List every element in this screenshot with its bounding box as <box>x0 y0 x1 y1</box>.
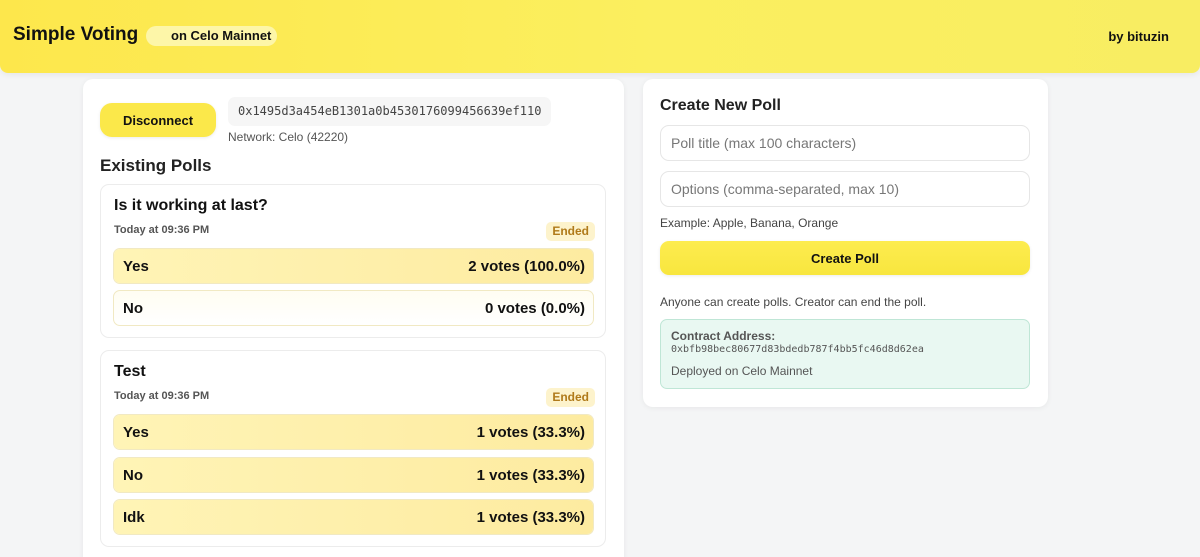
create-poll-heading: Create New Poll <box>660 97 781 114</box>
options-example-text: Example: Apple, Banana, Orange <box>660 216 839 230</box>
option-label: Yes <box>123 424 149 441</box>
poll-title-input[interactable] <box>660 125 1030 161</box>
option-votes: 2 votes (100.0%) <box>468 258 585 275</box>
disconnect-button[interactable]: Disconnect <box>100 103 216 137</box>
poll-date: Today at 09:36 PM <box>114 390 210 402</box>
create-poll-info: Anyone can create polls. Creator can end… <box>660 295 927 309</box>
option-label: No <box>123 300 143 317</box>
poll-options-input[interactable] <box>660 171 1030 207</box>
wallet-address: 0x1495d3a454eB1301a0b4530176099456639ef1… <box>228 97 552 126</box>
contract-info-box: Contract Address: 0xbfb98bec80677d83bded… <box>660 319 1030 389</box>
poll-option-yes[interactable]: Yes 1 votes (33.3%) <box>113 414 594 450</box>
option-votes: 1 votes (33.3%) <box>476 467 585 484</box>
poll-option-yes[interactable]: Yes 2 votes (100.0%) <box>113 248 594 284</box>
contract-address-label: Contract Address: <box>671 329 776 343</box>
deployment-info: Deployed on Celo Mainnet <box>671 364 813 378</box>
create-poll-panel: Create New Poll Example: Apple, Banana, … <box>643 79 1048 407</box>
option-label: Yes <box>123 258 149 275</box>
option-votes: 1 votes (33.3%) <box>476 509 585 526</box>
poll-option-no[interactable]: No 1 votes (33.3%) <box>113 457 594 493</box>
option-label: Idk <box>123 509 145 526</box>
poll-option-no[interactable]: No 0 votes (0.0%) <box>113 290 594 326</box>
network-info: Network: Celo (42220) <box>228 130 349 144</box>
poll-title: Is it working at last? <box>114 197 268 214</box>
create-poll-button[interactable]: Create Poll <box>660 241 1030 275</box>
status-badge: Ended <box>546 222 595 241</box>
poll-title: Test <box>114 363 146 380</box>
poll-card: Is it working at last? Today at 09:36 PM… <box>100 184 606 338</box>
polls-panel: Disconnect 0x1495d3a454eB1301a0b45301760… <box>83 79 624 557</box>
existing-polls-heading: Existing Polls <box>100 156 212 175</box>
option-votes: 0 votes (0.0%) <box>484 300 585 317</box>
poll-card: Test Today at 09:36 PM Ended Yes 1 votes… <box>100 350 606 547</box>
contract-address: 0xbfb98bec80677d83bdedb787f4bb5fc46d8d62… <box>671 344 924 355</box>
app-header: Simple Voting on Celo Mainnet by bituzin <box>0 0 1200 73</box>
status-badge: Ended <box>546 388 595 407</box>
poll-option-idk[interactable]: Idk 1 votes (33.3%) <box>113 499 594 535</box>
network-badge: on Celo Mainnet <box>146 26 278 46</box>
option-label: No <box>123 467 143 484</box>
app-title: Simple Voting <box>13 24 139 45</box>
option-votes: 1 votes (33.3%) <box>476 424 585 441</box>
poll-date: Today at 09:36 PM <box>114 224 210 236</box>
author-credit: by bituzin <box>1108 29 1169 44</box>
